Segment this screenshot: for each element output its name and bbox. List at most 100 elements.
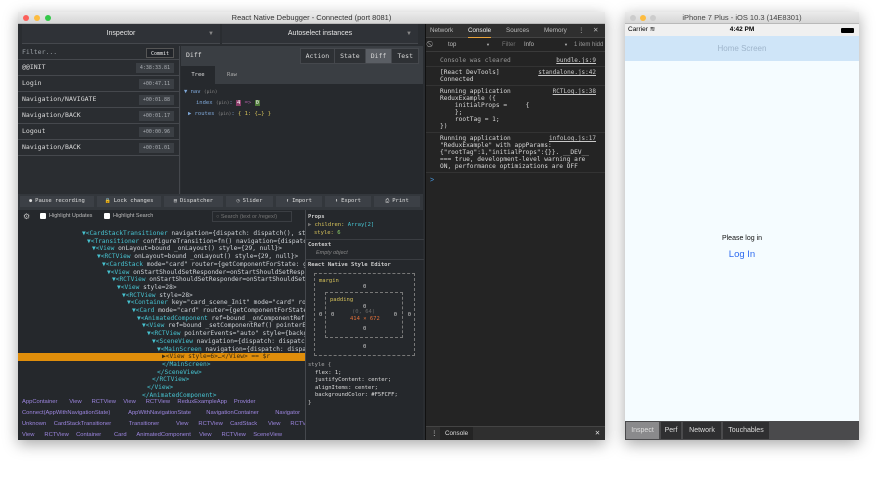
breadcrumb-item[interactable]: RCTView xyxy=(146,399,170,405)
breadcrumb-item[interactable]: RCTView xyxy=(198,421,222,427)
tree-node[interactable]: </MainScreen> xyxy=(18,361,305,369)
breadcrumb-item[interactable]: RCTView xyxy=(92,399,116,405)
highlight-updates-checkbox[interactable] xyxy=(40,213,46,219)
style-property[interactable]: justifyContent: center; xyxy=(308,377,398,385)
inspector-tab-inspect[interactable]: Inspect xyxy=(626,422,659,439)
breadcrumb-item[interactable]: Connect(AppWithNavigationState) xyxy=(22,410,110,416)
monitor-tab-test[interactable]: Test xyxy=(391,49,418,63)
breadcrumb-item[interactable]: CardStack xyxy=(230,421,257,427)
tree-node[interactable]: ▼<RCTView pointerEvents="auto" style={ba… xyxy=(18,330,305,338)
print-button[interactable]: ⎙ Print xyxy=(374,196,420,207)
breadcrumb-item[interactable]: View xyxy=(123,399,135,405)
padding-left[interactable]: 0 xyxy=(331,312,334,318)
devtools-tab-network[interactable]: Network xyxy=(430,24,453,37)
filter-input[interactable]: Filter... xyxy=(22,48,57,56)
inspector-tab-touchables[interactable]: Touchables xyxy=(723,422,769,439)
inspector-tab-perf[interactable]: Perf xyxy=(661,422,681,439)
zoom-button[interactable] xyxy=(650,15,656,21)
more-menu-icon[interactable]: ⋮ xyxy=(578,24,584,37)
tree-node[interactable]: ▼<RCTView onLayout=bound _onLayout() sty… xyxy=(18,253,305,261)
action-row[interactable]: Navigation/NAVIGATE +00:01.88 xyxy=(18,92,180,108)
breadcrumb-item[interactable]: View xyxy=(176,421,188,427)
tree-node[interactable]: ▼<Container key="card_scene_Init" mode="… xyxy=(18,299,305,307)
drawer-tab-console[interactable]: Console xyxy=(440,427,474,440)
breadcrumb-item[interactable]: Navigator xyxy=(275,410,300,416)
export-button[interactable]: ⬇ Export xyxy=(325,196,371,207)
style-property[interactable]: backgroundColor: #F5FCFF; xyxy=(308,392,398,400)
slider-button[interactable]: ◷ Slider xyxy=(226,196,273,207)
breadcrumb-item[interactable]: View xyxy=(22,432,34,438)
pause-recording-button[interactable]: ● Pause recording xyxy=(20,196,94,207)
prop-children[interactable]: ▶ children: Array[2] xyxy=(308,222,374,228)
style-property[interactable]: alignItems: center; xyxy=(308,385,398,393)
tree-node[interactable]: ▼<View onStartShouldSetResponder=onStart… xyxy=(18,269,305,277)
tree-node[interactable]: </SceneView> xyxy=(18,369,305,377)
breadcrumb-item[interactable]: AnimatedComponent xyxy=(136,432,190,438)
tree-node[interactable]: ▼<AnimatedComponent ref=bound _onCompone… xyxy=(18,315,305,323)
import-button[interactable]: ⬆ Import xyxy=(276,196,322,207)
monitor-tab-state[interactable]: State xyxy=(334,49,365,63)
breadcrumb-item[interactable]: CardStackTransitioner xyxy=(54,421,111,427)
breadcrumb-item[interactable]: AppContainer xyxy=(22,399,57,405)
margin-right[interactable]: 0 xyxy=(408,312,411,318)
lock-changes-button[interactable]: 🔒 Lock changes xyxy=(97,196,161,207)
context-select[interactable]: top ▼ xyxy=(448,38,490,52)
margin-left[interactable]: 0 xyxy=(319,312,322,318)
tree-node[interactable]: ▼<SceneView navigation={dispatch: dispat… xyxy=(18,338,305,346)
instance-select[interactable]: Autoselect instances ▼ xyxy=(222,24,418,44)
style-property[interactable]: flex: 1; xyxy=(308,370,398,378)
commit-button[interactable]: Commit xyxy=(145,48,174,58)
tree-node[interactable]: ▼<View style=28> xyxy=(18,284,305,292)
tree-node[interactable]: ▼<View onLayout=bound _onLayout() style=… xyxy=(18,245,305,253)
tree-node[interactable]: ▼<CardStackTransitioner navigation={disp… xyxy=(18,230,305,238)
minimize-button[interactable] xyxy=(34,15,40,21)
login-link[interactable]: Log In xyxy=(625,249,859,260)
devtools-tab-sources[interactable]: Sources xyxy=(506,24,529,37)
console-prompt[interactable]: > xyxy=(430,177,434,184)
console-source-link[interactable]: standalone.js:42 xyxy=(538,69,596,76)
breadcrumb-item[interactable]: Provider xyxy=(234,399,256,405)
action-row[interactable]: Navigation/BACK +00:01.01 xyxy=(18,140,180,156)
dispatcher-button[interactable]: ▤ Dispatcher xyxy=(164,196,223,207)
drawer-close-icon[interactable]: ✕ xyxy=(595,427,600,440)
margin-top[interactable]: 0 xyxy=(363,284,366,290)
breadcrumb-item[interactable]: RCTView xyxy=(44,432,68,438)
breadcrumb-item[interactable]: View xyxy=(199,432,211,438)
gear-icon[interactable]: ⚙ xyxy=(23,210,30,223)
minimize-button[interactable] xyxy=(640,15,646,21)
tab-raw[interactable]: Raw xyxy=(215,66,249,84)
action-row[interactable]: Login +00:47.11 xyxy=(18,76,180,92)
tree-node[interactable]: ▼<Card mode="card" router={getComponentF… xyxy=(18,307,305,315)
monitor-tab-action[interactable]: Action xyxy=(301,49,334,63)
close-devtools-icon[interactable]: ✕ xyxy=(593,24,598,37)
padding-right[interactable]: 0 xyxy=(394,312,397,318)
close-button[interactable] xyxy=(630,15,636,21)
breadcrumb-item[interactable]: ReduxExampleApp xyxy=(177,399,227,405)
action-row[interactable]: Navigation/BACK +00:01.17 xyxy=(18,108,180,124)
margin-bottom[interactable]: 0 xyxy=(363,344,366,350)
breadcrumb-item[interactable]: Container xyxy=(76,432,101,438)
breadcrumb-item[interactable]: View xyxy=(69,399,81,405)
breadcrumb-item[interactable]: RCTView xyxy=(290,421,305,427)
devtools-tab-memory[interactable]: Memory xyxy=(544,24,567,37)
action-row[interactable]: Logout +00:00.96 xyxy=(18,124,180,140)
breadcrumb-item[interactable]: SceneView xyxy=(253,432,282,438)
inspector-tab-network[interactable]: Network xyxy=(683,422,721,439)
search-input[interactable]: ○ Search (text or /regex/) xyxy=(212,211,292,222)
breadcrumb-item[interactable]: Card xyxy=(114,432,127,438)
level-select[interactable]: Info ▼ xyxy=(524,38,568,52)
console-source-link[interactable]: bundle.js:9 xyxy=(556,57,596,64)
action-row[interactable]: @@INIT 4:38:33.81 xyxy=(18,60,180,76)
diff-nav-row[interactable]: ▼ nav (pin) xyxy=(184,87,271,98)
tree-node[interactable]: ▼<CardStack mode="card" router={getCompo… xyxy=(18,261,305,269)
breadcrumb-item[interactable]: Unknown xyxy=(22,421,46,427)
console-source-link[interactable]: RCTLog.js:38 xyxy=(553,88,596,95)
inspector-select[interactable]: Inspector ▼ xyxy=(22,24,220,44)
console-source-link[interactable]: infoLog.js:17 xyxy=(549,135,596,142)
breadcrumb-item[interactable]: RCTView xyxy=(222,432,246,438)
zoom-button[interactable] xyxy=(45,15,51,21)
monitor-tab-diff[interactable]: Diff xyxy=(364,49,392,63)
padding-bottom[interactable]: 0 xyxy=(363,326,366,332)
tree-node[interactable]: </RCTView> xyxy=(18,376,305,384)
breadcrumb-item[interactable]: View xyxy=(268,421,280,427)
